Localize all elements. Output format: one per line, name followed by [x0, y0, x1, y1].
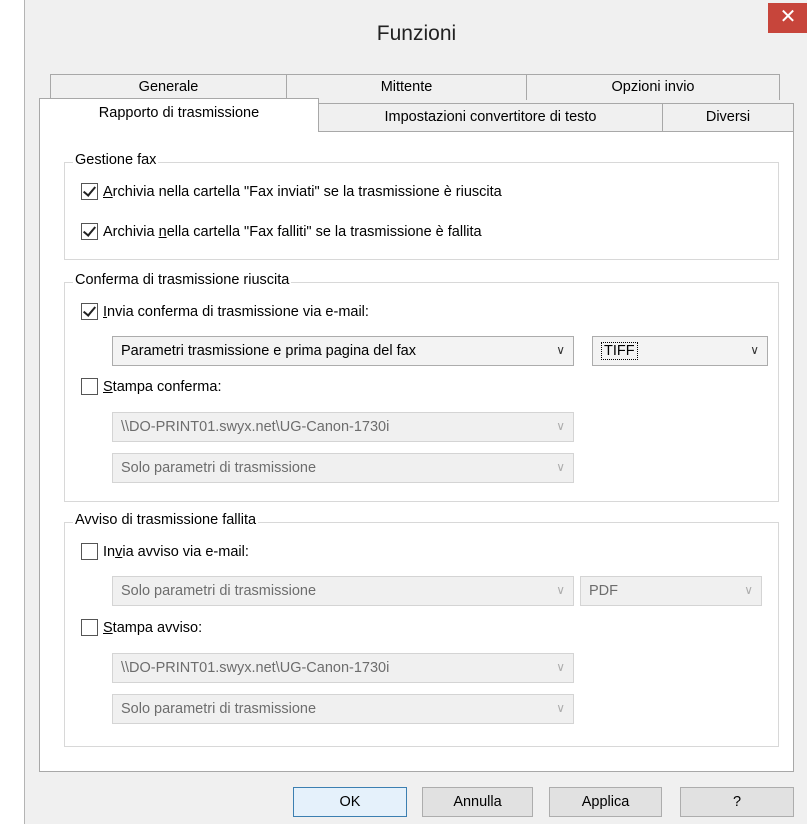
cancel-button[interactable]: Annulla: [422, 787, 533, 817]
group-legend: Avviso di trasmissione fallita: [73, 512, 259, 528]
close-button[interactable]: ✕: [768, 3, 807, 33]
ok-button[interactable]: OK: [293, 787, 407, 817]
print-confirmation-checkbox[interactable]: Stampa conferma:: [81, 378, 221, 395]
checkbox-box: [81, 303, 98, 320]
chevron-down-icon: ∨: [556, 660, 565, 674]
chevron-down-icon: ∨: [750, 343, 759, 357]
checkbox-label: Archivia nella cartella "Fax falliti" se…: [103, 223, 482, 240]
group-failure-notice: Avviso di trasmissione fallita Invia avv…: [64, 512, 779, 747]
checkbox-label: Invia avviso via e-mail:: [103, 543, 249, 560]
apply-button[interactable]: Applica: [549, 787, 662, 817]
tab-generale[interactable]: Generale: [50, 74, 287, 100]
checkbox-label: Stampa avviso:: [103, 619, 203, 636]
checkbox-label: Stampa conferma:: [103, 378, 222, 395]
tab-rapporto-di-trasmissione[interactable]: Rapporto di trasmissione: [39, 98, 319, 132]
print-failure-checkbox[interactable]: Stampa avviso:: [81, 619, 202, 636]
checkbox-box: [81, 619, 98, 636]
archive-sent-checkbox[interactable]: Archivia nella cartella "Fax inviati" se…: [81, 183, 502, 200]
tab-panel: Gestione fax Archivia nella cartella "Fa…: [39, 131, 794, 772]
close-icon: ✕: [779, 6, 797, 28]
dialog-window: Funzioni ✕ Generale Mittente Opzioni inv…: [24, 0, 807, 824]
checkbox-box: [81, 378, 98, 395]
group-legend: Conferma di trasmissione riuscita: [73, 272, 292, 288]
confirmation-email-content-select[interactable]: Parametri trasmissione e prima pagina de…: [112, 336, 574, 366]
tab-mittente[interactable]: Mittente: [286, 74, 527, 100]
chevron-down-icon: ∨: [556, 343, 565, 357]
chevron-down-icon: ∨: [556, 583, 565, 597]
checkbox-label: Archivia nella cartella "Fax inviati" se…: [103, 183, 502, 200]
archive-failed-checkbox[interactable]: Archivia nella cartella "Fax falliti" se…: [81, 223, 482, 240]
confirmation-print-content-select[interactable]: Solo parametri di trasmissione ∨: [112, 453, 574, 483]
group-fax-management: Gestione fax Archivia nella cartella "Fa…: [64, 152, 779, 260]
checkbox-box: [81, 223, 98, 240]
failure-printer-select[interactable]: \\DO-PRINT01.swyx.net\UG-Canon-1730i ∨: [112, 653, 574, 683]
checkbox-box: [81, 543, 98, 560]
window-title: Funzioni: [376, 22, 457, 45]
chevron-down-icon: ∨: [556, 460, 565, 474]
help-button[interactable]: ?: [680, 787, 794, 817]
checkbox-box: [81, 183, 98, 200]
title-bar[interactable]: Funzioni ✕: [25, 0, 807, 74]
tab-impostazioni-convertitore[interactable]: Impostazioni convertitore di testo: [318, 103, 663, 131]
send-failure-email-checkbox[interactable]: Invia avviso via e-mail:: [81, 543, 249, 560]
chevron-down-icon: ∨: [744, 583, 753, 597]
group-legend: Gestione fax: [73, 152, 159, 168]
failure-email-format-select[interactable]: PDF ∨: [580, 576, 762, 606]
confirmation-printer-select[interactable]: \\DO-PRINT01.swyx.net\UG-Canon-1730i ∨: [112, 412, 574, 442]
failure-email-content-select[interactable]: Solo parametri di trasmissione ∨: [112, 576, 574, 606]
confirmation-email-format-select[interactable]: TIFF ∨: [592, 336, 768, 366]
chevron-down-icon: ∨: [556, 419, 565, 433]
send-confirmation-email-checkbox[interactable]: Invia conferma di trasmissione via e-mai…: [81, 303, 369, 320]
checkbox-label: Invia conferma di trasmissione via e-mai…: [103, 303, 369, 320]
tab-diversi[interactable]: Diversi: [662, 103, 794, 131]
chevron-down-icon: ∨: [556, 701, 565, 715]
failure-print-content-select[interactable]: Solo parametri di trasmissione ∨: [112, 694, 574, 724]
group-success-confirmation: Conferma di trasmissione riuscita Invia …: [64, 272, 779, 502]
tab-opzioni-invio[interactable]: Opzioni invio: [526, 74, 780, 100]
